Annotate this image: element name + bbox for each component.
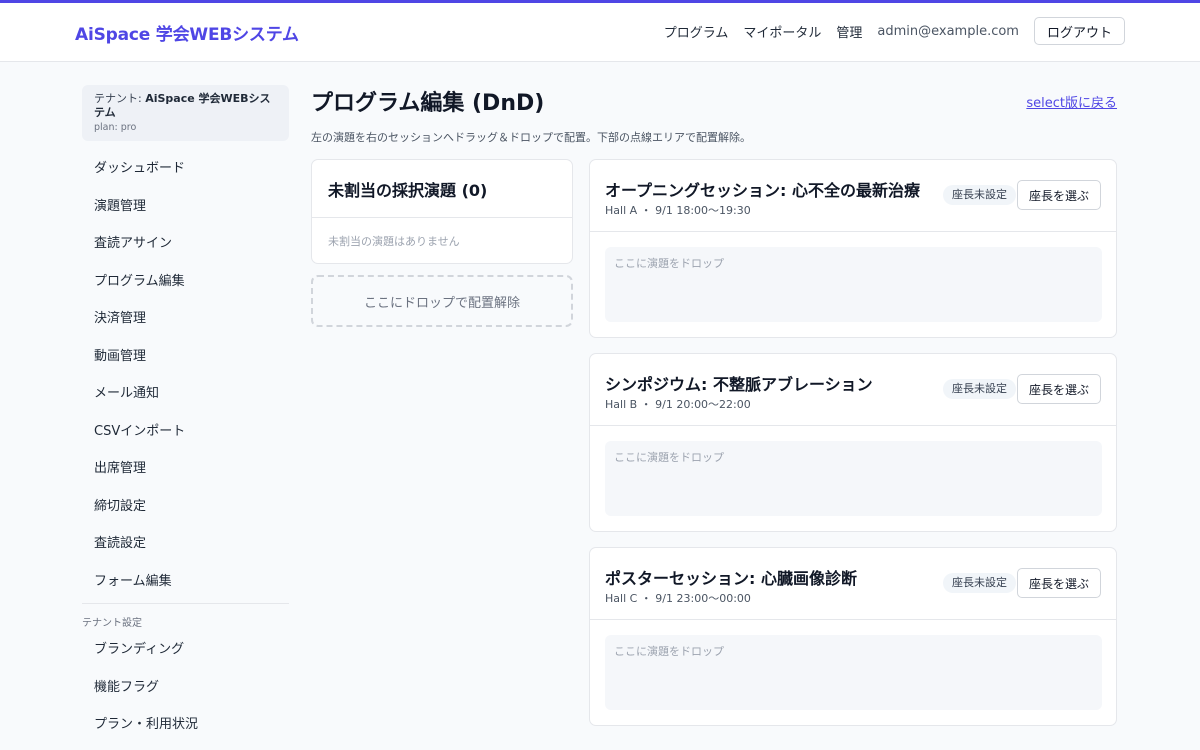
tenant-prefix: テナント: — [94, 92, 146, 105]
unassigned-empty-text: 未割当の演題はありません — [328, 235, 460, 248]
tenant-label: テナント: AiSpace 学会WEBシステム — [94, 92, 277, 120]
session-card: オープニングセッション: 心不全の最新治療 Hall A ・ 9/1 18:00… — [589, 159, 1117, 338]
page-subtitle: 左の演題を右のセッションへドラッグ＆ドロップで配置。下部の点線エリアで配置解除。 — [311, 131, 751, 144]
session-drop-zone[interactable]: ここに演題をドロップ — [605, 441, 1102, 516]
sidebar-item-dashboard[interactable]: ダッシュボード — [82, 150, 289, 188]
select-chair-button[interactable]: 座長を選ぶ — [1016, 180, 1101, 210]
sidebar-item-attendance[interactable]: 出席管理 — [82, 450, 289, 488]
sidebar: テナント: AiSpace 学会WEBシステム plan: pro ダッシュボー… — [82, 85, 289, 744]
select-chair-button[interactable]: 座長を選ぶ — [1016, 374, 1101, 404]
chair-status-badge: 座長未設定 — [943, 573, 1016, 593]
top-nav: プログラム マイポータル 管理 admin@example.com ログアウト — [649, 17, 1125, 45]
sidebar-item-form-edit[interactable]: フォーム編集 — [82, 563, 289, 601]
tenant-info: テナント: AiSpace 学会WEBシステム plan: pro — [82, 85, 289, 141]
nav-link-program[interactable]: プログラム — [664, 22, 729, 41]
session-meta: Hall B ・ 9/1 20:00〜22:00 — [605, 398, 751, 411]
user-email: admin@example.com — [877, 23, 1019, 39]
card-divider — [590, 619, 1116, 620]
sidebar-item-mail[interactable]: メール通知 — [82, 375, 289, 413]
card-divider — [590, 231, 1116, 232]
session-card: ポスターセッション: 心臓画像診断 Hall C ・ 9/1 23:00〜00:… — [589, 547, 1117, 726]
session-title: シンポジウム: 不整脈アブレーション — [605, 375, 873, 394]
logout-button[interactable]: ログアウト — [1033, 17, 1125, 45]
sidebar-item-program-edit[interactable]: プログラム編集 — [82, 263, 289, 301]
sidebar-item-review-settings[interactable]: 査読設定 — [82, 525, 289, 563]
session-title: オープニングセッション: 心不全の最新治療 — [605, 181, 921, 200]
sidebar-item-review-assign[interactable]: 査読アサイン — [82, 225, 289, 263]
sidebar-item-abstracts[interactable]: 演題管理 — [82, 188, 289, 226]
session-title: ポスターセッション: 心臓画像診断 — [605, 569, 857, 588]
unassigned-abstracts-card: 未割当の採択演題 (0) 未割当の演題はありません — [311, 159, 573, 264]
nav-link-my-portal[interactable]: マイポータル — [743, 22, 821, 41]
sidebar-item-deadlines[interactable]: 締切設定 — [82, 488, 289, 526]
sidebar-menu: ダッシュボード 演題管理 査読アサイン プログラム編集 決済管理 動画管理 メー… — [82, 150, 289, 600]
chair-status-badge: 座長未設定 — [943, 379, 1016, 399]
session-card: シンポジウム: 不整脈アブレーション Hall B ・ 9/1 20:00〜22… — [589, 353, 1117, 532]
sidebar-section-tenant-settings: テナント設定 — [82, 618, 142, 629]
back-to-select-link[interactable]: select版に戻る — [1026, 92, 1117, 111]
card-divider — [312, 217, 572, 218]
session-meta: Hall A ・ 9/1 18:00〜19:30 — [605, 204, 751, 217]
card-divider — [590, 425, 1116, 426]
sidebar-item-plan-usage[interactable]: プラン・利用状況 — [82, 706, 289, 744]
brand-logo[interactable]: AiSpace 学会WEBシステム — [75, 20, 299, 45]
session-meta: Hall C ・ 9/1 23:00〜00:00 — [605, 592, 751, 605]
sidebar-item-payments[interactable]: 決済管理 — [82, 300, 289, 338]
session-drop-zone[interactable]: ここに演題をドロップ — [605, 635, 1102, 710]
unassigned-title: 未割当の採択演題 (0) — [328, 181, 488, 200]
sidebar-item-csv-import[interactable]: CSVインポート — [82, 413, 289, 451]
sidebar-item-feature-flags[interactable]: 機能フラグ — [82, 669, 289, 707]
chair-status-badge: 座長未設定 — [943, 185, 1016, 205]
session-drop-zone[interactable]: ここに演題をドロップ — [605, 247, 1102, 322]
nav-link-admin[interactable]: 管理 — [836, 22, 862, 41]
top-header: AiSpace 学会WEBシステム プログラム マイポータル 管理 admin@… — [0, 3, 1200, 62]
select-chair-button[interactable]: 座長を選ぶ — [1016, 568, 1101, 598]
tenant-plan: plan: pro — [94, 122, 137, 133]
sidebar-item-videos[interactable]: 動画管理 — [82, 338, 289, 376]
sidebar-item-branding[interactable]: ブランディング — [82, 631, 289, 669]
unassign-drop-zone[interactable]: ここにドロップで配置解除 — [311, 275, 573, 327]
page-title: プログラム編集 (DnD) — [311, 91, 545, 116]
